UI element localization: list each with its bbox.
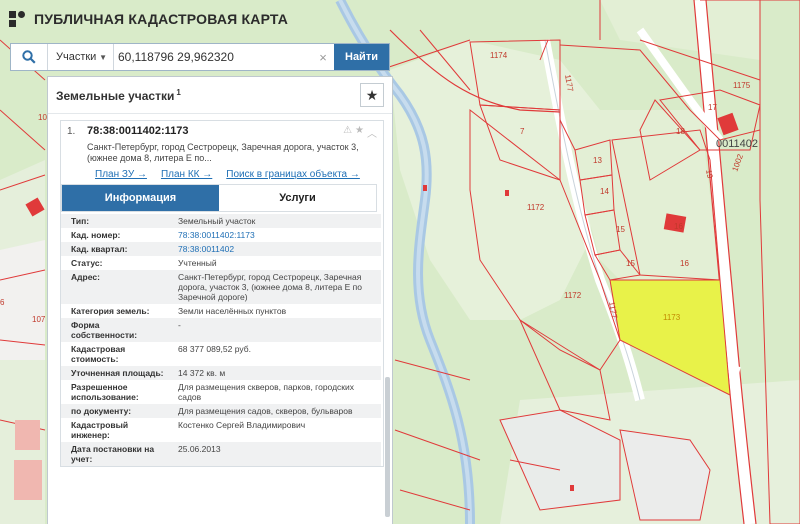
map-label-13: 13	[593, 156, 602, 165]
info-value: -	[168, 318, 381, 342]
search-icon	[22, 50, 36, 64]
result-tools: ⚠ ★ ︿	[343, 125, 377, 140]
map-label-15b: 15	[626, 259, 635, 268]
search-type-label: Участки	[56, 51, 97, 63]
map-label-18: 18	[676, 127, 685, 136]
info-row: Кадастровый инженер: Костенко Сергей Влад…	[61, 418, 381, 442]
map-label-15: 15	[616, 225, 625, 234]
result-index: 1.	[67, 126, 76, 137]
info-key: Категория земель:	[71, 306, 150, 316]
info-row: Уточненная площадь: 14 372 кв. м	[61, 366, 381, 380]
panel-title: Земельные участки 1	[56, 88, 181, 103]
info-value: Для размещения скверов, парков, городски…	[178, 382, 355, 402]
info-row: Тип: Земельный участок	[61, 214, 381, 228]
map-label-16b: 16	[680, 259, 689, 268]
info-key: Кадастровый инженер:	[71, 420, 129, 440]
panel-header: Земельные участки 1 ★	[48, 77, 392, 114]
info-row: Форма собственности: -	[61, 318, 381, 342]
search-input[interactable]	[114, 45, 316, 69]
result-card: 1. 78:38:0011402:1173 ⚠ ★ ︿ Санкт-Петерб…	[60, 120, 384, 467]
info-value: Земельный участок	[168, 214, 381, 228]
info-key: Статус:	[71, 258, 103, 268]
info-table: Тип: Земельный участок Кад. номер: 78:38:00…	[61, 214, 381, 466]
results-panel: Земельные участки 1 ★ 1. 78:38:0011402:11…	[47, 76, 393, 524]
info-row: Дата постановки на учет: 25.06.2013	[61, 442, 381, 466]
map-label-107: 107	[32, 315, 46, 324]
map-label-1175: 1175	[733, 81, 751, 90]
map-label-0011402: 0011402	[716, 138, 758, 150]
map-label-1172: 1172	[527, 203, 545, 212]
search-bar: Участки ▼ × Найти	[10, 43, 390, 71]
map-label-17: 17	[708, 103, 717, 112]
info-row: Кад. номер: 78:38:0011402:1173	[61, 228, 381, 242]
result-address: Санкт-Петербург, город Сестрорецк, Зареч…	[87, 142, 359, 163]
info-row: Адрес: Санкт-Петербург, город Сестрорецк,…	[61, 270, 381, 304]
info-value: Учтенный	[178, 258, 217, 268]
star-outline-icon[interactable]: ★	[355, 125, 364, 140]
result-count: 1	[176, 87, 181, 97]
search-type-select[interactable]: Участки ▼	[48, 44, 114, 70]
collapse-icon[interactable]: ︿	[367, 125, 377, 140]
find-button[interactable]: Найти	[334, 44, 389, 70]
tab-info[interactable]: Информация	[62, 185, 219, 211]
star-icon: ★	[365, 86, 379, 103]
info-value: Санкт-Петербург, город Сестрорецк, Зареч…	[168, 270, 381, 304]
tab-services[interactable]: Услуги	[219, 185, 376, 211]
result-header: 1. 78:38:0011402:1173 ⚠ ★ ︿	[61, 125, 383, 140]
info-value: 25.06.2013	[168, 442, 381, 466]
result-cadastral-number[interactable]: 78:38:0011402:1173	[87, 125, 189, 140]
search-button[interactable]	[11, 44, 48, 70]
link-plan-kk[interactable]: План КК →	[161, 169, 212, 180]
info-key: Форма собственности:	[61, 318, 168, 342]
info-row: Кадастровая стоимость: 68 377 089,52 руб.	[61, 342, 381, 366]
info-value: Для размещения садов, скверов, бульваров	[168, 404, 381, 418]
info-value: 14 372 кв. м	[168, 366, 381, 380]
info-key: Адрес:	[61, 270, 168, 304]
app-header: ПУБЛИЧНАЯ КАДАСТРОВАЯ КАРТА	[0, 0, 800, 38]
info-row: Категория земель: Земли населённых пункто…	[61, 304, 381, 318]
info-key: Кад. квартал:	[61, 242, 168, 256]
info-value[interactable]: 78:38:0011402	[168, 242, 381, 256]
link-plan-zu[interactable]: План ЗУ →	[95, 169, 147, 180]
link-search-bounds[interactable]: Поиск в границах объекта →	[226, 169, 360, 180]
info-value: Костенко Сергей Владимирович	[178, 420, 306, 430]
info-key: по документу:	[61, 404, 168, 418]
info-row: Статус: Учтенный	[61, 256, 381, 270]
warning-icon[interactable]: ⚠	[343, 125, 352, 140]
clear-icon[interactable]: ×	[316, 50, 330, 65]
result-links: План ЗУ → План КК → Поиск в границах объ…	[61, 164, 383, 184]
favorites-button[interactable]: ★	[360, 83, 384, 107]
info-key: Кад. номер:	[71, 230, 121, 240]
info-row: Кад. квартал: 78:38:0011402	[61, 242, 381, 256]
panel-scrollbar[interactable]	[385, 377, 390, 517]
map-label-7: 7	[520, 127, 525, 136]
info-key: Разрешенное использование:	[71, 382, 139, 402]
detail-tabs: Информация Услуги	[61, 184, 377, 212]
info-value: 68 377 089,52 руб.	[178, 344, 251, 354]
info-key: Тип:	[61, 214, 168, 228]
chevron-down-icon: ▼	[99, 52, 107, 62]
info-row: Разрешенное использование: Для размещения…	[61, 380, 381, 404]
info-value[interactable]: 78:38:0011402:1173	[168, 228, 381, 242]
info-key: Уточненная площадь:	[61, 366, 168, 380]
map-label-1174: 1174	[490, 51, 508, 60]
info-key: Кадастровая стоимость:	[71, 344, 126, 364]
map-label-1173: 1173	[663, 313, 681, 322]
panel-title-text: Земельные участки	[56, 88, 175, 103]
map-label-16: 16	[674, 222, 683, 231]
logo-icon	[9, 11, 25, 27]
app-title: ПУБЛИЧНАЯ КАДАСТРОВАЯ КАРТА	[34, 11, 289, 27]
map-label-1172b: 1172	[564, 291, 582, 300]
info-key: Дата постановки на учет:	[61, 442, 168, 466]
map-label-6: 6	[0, 298, 5, 307]
map-label-14: 14	[600, 187, 609, 196]
info-row: по документу: Для размещения садов, сквер…	[61, 404, 381, 418]
info-value: Земли населённых пунктов	[178, 306, 287, 316]
